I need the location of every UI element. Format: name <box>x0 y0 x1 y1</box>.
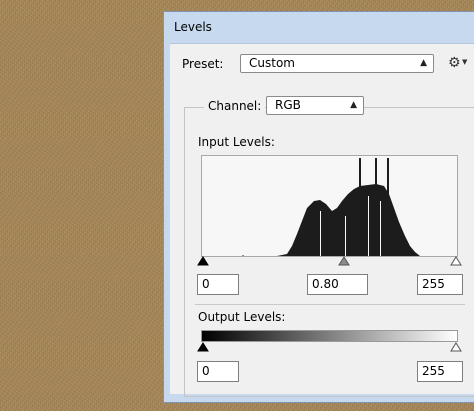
input-black-handle[interactable] <box>197 256 209 266</box>
dialog-title: Levels <box>174 20 212 34</box>
dialog-body: Preset: Custom ▲ ⚙ ▼ Channel: RGB ▲ Inpu… <box>170 43 474 397</box>
histogram-gap <box>345 216 346 256</box>
output-levels-label: Output Levels: <box>198 310 286 324</box>
output-black-field[interactable]: 0 <box>197 361 239 382</box>
channel-select[interactable]: RGB ▲ <box>266 96 364 115</box>
output-black-handle[interactable] <box>197 342 209 352</box>
histogram-gap <box>368 196 369 256</box>
chevron-down-icon: ▼ <box>462 58 468 66</box>
input-black-field[interactable]: 0 <box>197 274 239 295</box>
input-gamma-field[interactable]: 0.80 <box>307 274 368 295</box>
input-white-field[interactable]: 255 <box>417 274 463 295</box>
histogram <box>201 155 458 257</box>
histogram-gap <box>320 211 321 256</box>
input-levels-slider[interactable] <box>197 256 463 270</box>
channel-value: RGB <box>275 98 301 112</box>
histogram-spike <box>375 158 377 256</box>
channel-label: Channel: <box>204 99 266 113</box>
histogram-spike <box>387 158 389 256</box>
input-white-handle[interactable] <box>450 256 462 266</box>
levels-dialog: Levels Preset: Custom ▲ ⚙ ▼ Channel: RGB… <box>163 11 474 403</box>
input-gamma-handle[interactable] <box>338 256 350 266</box>
preset-value: Custom <box>249 56 295 70</box>
preset-label: Preset: <box>182 57 224 71</box>
output-levels-slider[interactable] <box>197 342 463 354</box>
gear-icon[interactable]: ⚙ <box>448 54 461 72</box>
histogram-spike <box>359 158 361 256</box>
input-levels-label: Input Levels: <box>198 135 275 149</box>
output-gradient-bar <box>201 330 458 342</box>
histogram-gap <box>380 201 381 256</box>
preset-select[interactable]: Custom ▲ <box>240 54 434 73</box>
histogram-graph <box>242 158 420 256</box>
updown-arrows-icon: ▲ <box>350 100 357 110</box>
output-white-handle[interactable] <box>450 342 462 352</box>
histogram-shape <box>242 184 420 256</box>
output-white-field[interactable]: 255 <box>417 361 463 382</box>
divider <box>195 304 465 305</box>
updown-arrows-icon: ▲ <box>420 58 427 68</box>
